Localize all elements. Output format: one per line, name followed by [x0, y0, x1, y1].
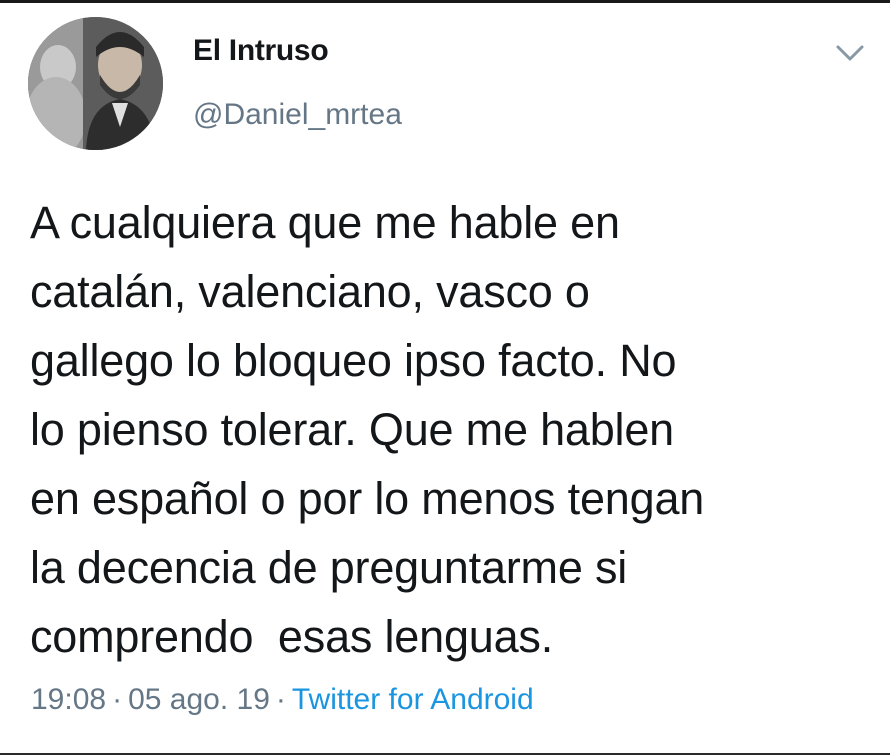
avatar-photo	[28, 17, 163, 150]
tweet-source-link[interactable]: Twitter for Android	[292, 683, 534, 716]
tweet-meta: 19:08 · 05 ago. 19 · Twitter for Android	[31, 683, 534, 717]
author-name[interactable]: El Intruso	[193, 34, 329, 68]
chevron-down-icon[interactable]	[834, 40, 866, 66]
author-handle[interactable]: @Daniel_mrtea	[193, 98, 402, 132]
avatar[interactable]	[28, 17, 163, 150]
tweet-text: A cualquiera que me hable en catalán, va…	[30, 197, 705, 662]
tweet-card: El Intruso @Daniel_mrtea A cualquiera qu…	[0, 0, 890, 755]
tweet-date[interactable]: 05 ago. 19	[128, 683, 270, 716]
meta-separator: ·	[275, 683, 286, 716]
tweet-time[interactable]: 19:08	[31, 683, 106, 716]
meta-separator: ·	[112, 683, 123, 716]
